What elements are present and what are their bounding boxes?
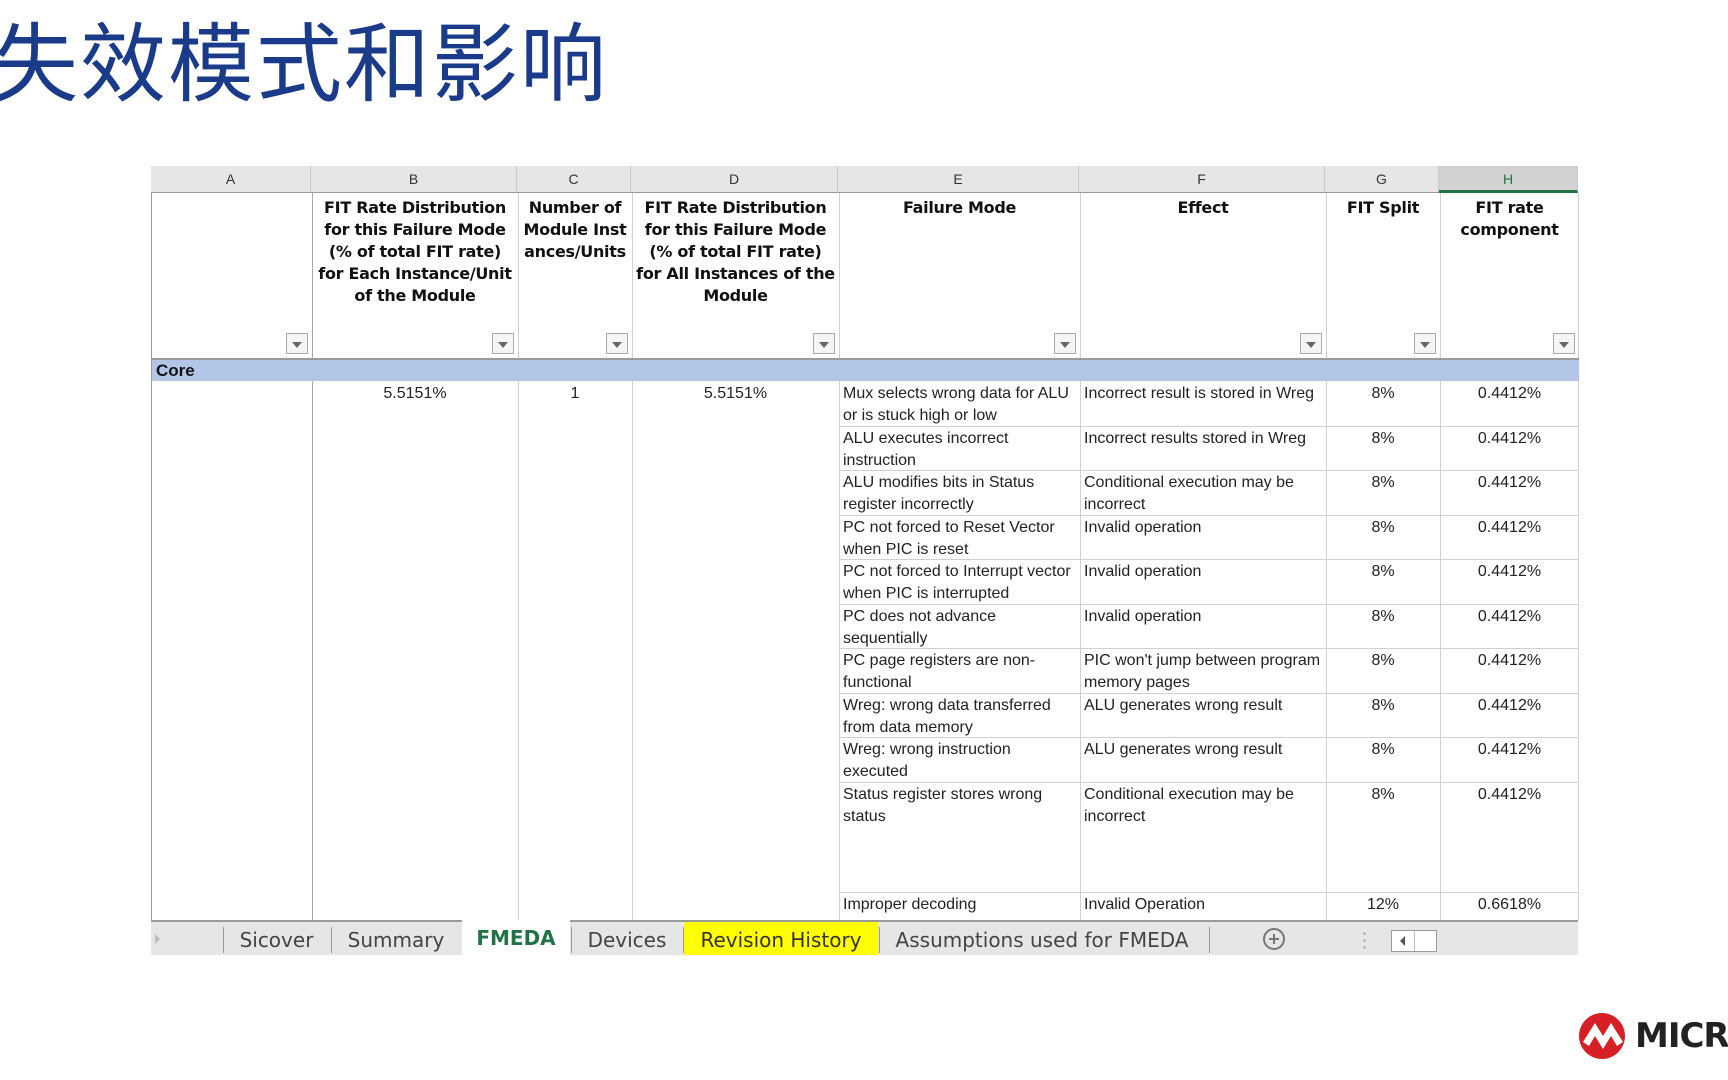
cell-fit-component[interactable]: 0.4412%: [1440, 782, 1579, 808]
column-header-e[interactable]: E: [838, 166, 1079, 192]
cell-fit-component[interactable]: 0.4412%: [1440, 648, 1579, 674]
filter-dropdown-icon-g[interactable]: [1414, 333, 1436, 354]
cell-failure-mode[interactable]: Status register stores wrong status: [839, 782, 1080, 830]
cell-fit-component[interactable]: 0.4412%: [1440, 515, 1579, 541]
cell-failure-mode[interactable]: PC not forced to Interrupt vector when P…: [839, 559, 1080, 607]
cell-fit-component[interactable]: 0.6618%: [1440, 892, 1579, 918]
cell-instances[interactable]: 1: [518, 381, 632, 407]
header-fit-rate-each-instance[interactable]: FIT Rate Distribution for this Failure M…: [312, 193, 518, 357]
cell-fit-component[interactable]: 0.4412%: [1440, 737, 1579, 763]
tab-scroll-right-icon[interactable]: [155, 934, 160, 944]
filter-dropdown-icon-f[interactable]: [1300, 333, 1322, 354]
cell-effect[interactable]: Invalid operation: [1080, 515, 1326, 541]
scroll-left-caret-icon[interactable]: [1392, 931, 1415, 951]
cell-grid: FIT Rate Distribution for this Failure M…: [151, 193, 1579, 920]
header-failure-mode[interactable]: Failure Mode: [839, 193, 1080, 357]
tab-revision-history[interactable]: Revision History: [684, 922, 878, 955]
cell-fit-split[interactable]: 8%: [1326, 515, 1440, 541]
add-sheet-plus-icon[interactable]: [1263, 928, 1285, 950]
cell-failure-mode[interactable]: Wreg: wrong instruction executed: [839, 737, 1080, 785]
filter-dropdown-icon-a[interactable]: [286, 333, 308, 354]
cell-fit-split[interactable]: 8%: [1326, 381, 1440, 407]
header-effect[interactable]: Effect: [1080, 193, 1326, 357]
filter-dropdown-icon-e[interactable]: [1054, 333, 1076, 354]
cell-effect[interactable]: Invalid operation: [1080, 559, 1326, 585]
column-header-d[interactable]: D: [631, 166, 838, 192]
cell-effect[interactable]: PIC won't jump between program memory pa…: [1080, 648, 1326, 696]
tab-devices[interactable]: Devices: [572, 922, 682, 955]
cell-fit-split[interactable]: 12%: [1326, 892, 1440, 918]
splitter-handle-icon[interactable]: [1363, 930, 1366, 950]
column-header-row: A B C D E F G H: [151, 166, 1578, 193]
column-header-b[interactable]: B: [311, 166, 517, 192]
slide-title: 失效模式和影响: [0, 15, 608, 115]
cell-effect[interactable]: Conditional execution may be incorrect: [1080, 782, 1326, 830]
cell-fit-component[interactable]: 0.4412%: [1440, 426, 1579, 452]
column-header-a[interactable]: A: [151, 166, 311, 192]
cell-failure-mode[interactable]: Mux selects wrong data for ALU or is stu…: [839, 381, 1080, 429]
cell-effect[interactable]: ALU generates wrong result: [1080, 737, 1326, 763]
cell-effect[interactable]: Invalid operation: [1080, 604, 1326, 630]
cell-fit-component[interactable]: 0.4412%: [1440, 693, 1579, 719]
cell-failure-mode[interactable]: ALU modifies bits in Status register inc…: [839, 470, 1080, 518]
cell-effect[interactable]: ALU generates wrong result: [1080, 693, 1326, 719]
cell-failure-mode[interactable]: Wreg: wrong data transferred from data m…: [839, 693, 1080, 741]
cell-effect[interactable]: Invalid Operation: [1080, 892, 1326, 918]
cell-failure-mode[interactable]: ALU executes incorrect instruction: [839, 426, 1080, 474]
filter-dropdown-icon-h[interactable]: [1553, 333, 1575, 354]
cell-effect[interactable]: Conditional execution may be incorrect: [1080, 470, 1326, 518]
cell-fit-split[interactable]: 8%: [1326, 693, 1440, 719]
cell-failure-mode[interactable]: PC not forced to Reset Vector when PIC i…: [839, 515, 1080, 563]
horizontal-scrollbar[interactable]: [1391, 930, 1437, 952]
sheet-tab-bar: Sicover Summary FMEDA Devices Revision H…: [151, 920, 1578, 955]
column-header-g[interactable]: G: [1325, 166, 1439, 192]
tab-sicover[interactable]: Sicover: [224, 922, 329, 955]
filter-dropdown-icon-d[interactable]: [813, 333, 835, 354]
cell-failure-mode[interactable]: PC does not advance sequentially: [839, 604, 1080, 652]
column-header-f[interactable]: F: [1079, 166, 1325, 192]
cell-fit-each-instance[interactable]: 5.5151%: [312, 381, 518, 407]
group-row-core[interactable]: Core: [152, 358, 1579, 381]
spreadsheet: A B C D E F G H FIT Rate Distribution fo…: [151, 166, 1579, 955]
header-fit-rate-all-instances[interactable]: FIT Rate Distribution for this Failure M…: [632, 193, 839, 357]
cell-fit-all-instances[interactable]: 5.5151%: [632, 381, 839, 407]
filter-dropdown-icon-b[interactable]: [492, 333, 514, 354]
cell-fit-split[interactable]: 8%: [1326, 782, 1440, 808]
filter-dropdown-icon-c[interactable]: [606, 333, 628, 354]
group-label: Core: [156, 361, 195, 380]
column-header-c[interactable]: C: [517, 166, 631, 192]
cell-fit-split[interactable]: 8%: [1326, 604, 1440, 630]
tab-summary[interactable]: Summary: [332, 922, 460, 955]
cell-fit-component[interactable]: 0.4412%: [1440, 604, 1579, 630]
cell-fit-split[interactable]: 8%: [1326, 426, 1440, 452]
cell-effect[interactable]: Incorrect results stored in Wreg: [1080, 426, 1326, 452]
cell-fit-component[interactable]: 0.4412%: [1440, 559, 1579, 585]
logo-text: MICRO: [1635, 1016, 1728, 1056]
cell-failure-mode[interactable]: PC page registers are non-functional: [839, 648, 1080, 696]
microchip-logo: MICRO: [1577, 1010, 1728, 1062]
cell-fit-split[interactable]: 8%: [1326, 648, 1440, 674]
cell-fit-split[interactable]: 8%: [1326, 559, 1440, 585]
cell-fit-split[interactable]: 8%: [1326, 737, 1440, 763]
cell-fit-split[interactable]: 8%: [1326, 470, 1440, 496]
cell-effect[interactable]: Incorrect result is stored in Wreg: [1080, 381, 1326, 407]
tab-assumptions-used-for-fmeda[interactable]: Assumptions used for FMEDA: [880, 922, 1204, 955]
tab-fmeda[interactable]: FMEDA: [462, 920, 570, 955]
microchip-logo-icon: [1579, 1013, 1625, 1059]
cell-fit-component[interactable]: 0.4412%: [1440, 381, 1579, 407]
column-header-h-selected[interactable]: H: [1439, 166, 1578, 193]
cell-fit-component[interactable]: 0.4412%: [1440, 470, 1579, 496]
cell-failure-mode[interactable]: Improper decoding: [839, 892, 1080, 918]
